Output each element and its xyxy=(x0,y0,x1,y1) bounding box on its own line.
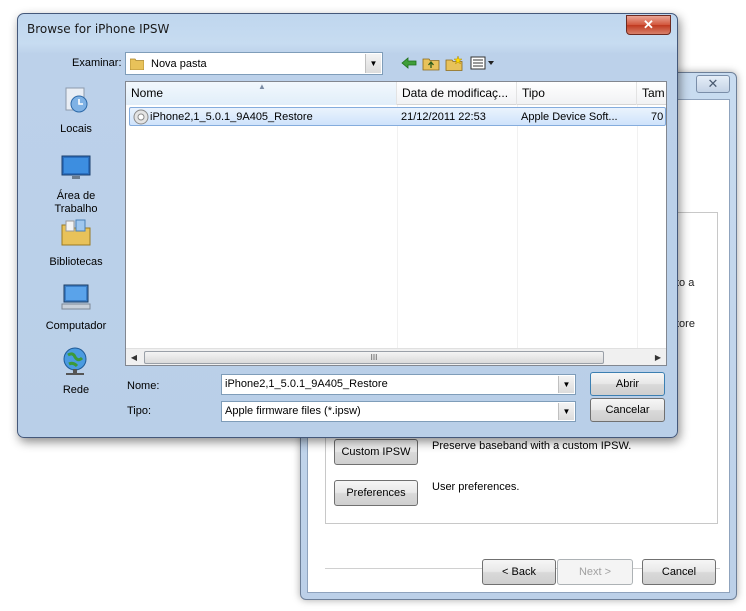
folder-icon xyxy=(130,58,144,70)
scroll-right-icon[interactable]: ▶ xyxy=(651,351,665,364)
place-computer[interactable]: Computador xyxy=(40,281,112,333)
preferences-button[interactable]: Preferences xyxy=(334,480,418,506)
custom-ipsw-description: Preserve baseband with a custom IPSW. xyxy=(432,440,632,452)
look-in-value: Nova pasta xyxy=(151,58,207,70)
column-header-date[interactable]: Data de modificaç... xyxy=(397,82,517,105)
desktop-icon xyxy=(61,155,91,179)
file-list-header: Nome ▲ Data de modificaç... Tipo Tam xyxy=(126,82,666,105)
scrollbar-thumb[interactable]: III xyxy=(144,351,604,364)
place-recent[interactable]: Locais xyxy=(40,84,112,136)
custom-ipsw-button[interactable]: Custom IPSW xyxy=(334,439,418,465)
view-menu-icon[interactable] xyxy=(469,56,497,72)
wizard-text-fragment-1: to a xyxy=(676,277,695,289)
wizard-text-fragment-2: tore xyxy=(676,318,695,330)
file-size-cell: 70 xyxy=(651,111,664,123)
place-label-computer: Computador xyxy=(45,320,107,332)
cancel-button[interactable]: Cancelar xyxy=(590,398,665,422)
up-folder-icon[interactable] xyxy=(422,56,440,72)
file-name-input[interactable]: iPhone2,1_5.0.1_9A405_Restore ▼ xyxy=(221,374,576,395)
file-type-cell: Apple Device Soft... xyxy=(521,111,618,123)
libraries-icon xyxy=(61,219,91,246)
file-type-value: Apple firmware files (*.ipsw) xyxy=(225,405,361,417)
open-button[interactable]: Abrir xyxy=(590,372,665,396)
preferences-description: User preferences. xyxy=(432,481,520,493)
dialog-close-button[interactable]: ✕ xyxy=(626,15,671,35)
column-header-size[interactable]: Tam xyxy=(637,82,666,105)
next-button[interactable]: Next > xyxy=(557,559,633,585)
file-name-value: iPhone2,1_5.0.1_9A405_Restore xyxy=(225,378,388,390)
column-divider xyxy=(637,105,638,348)
file-row-selected[interactable]: iPhone2,1_5.0.1_9A405_Restore 21/12/2011… xyxy=(129,107,666,126)
column-divider xyxy=(517,105,518,348)
place-label-desktop: Área de Trabalho xyxy=(54,190,98,215)
wizard-close-button[interactable]: ✕ xyxy=(696,75,730,93)
horizontal-scrollbar[interactable]: ◀ III ▶ xyxy=(126,348,666,365)
chevron-down-icon[interactable]: ▼ xyxy=(365,54,381,73)
sort-ascending-icon: ▲ xyxy=(258,82,266,91)
back-button[interactable]: < Back xyxy=(482,559,556,585)
computer-icon xyxy=(61,284,91,310)
file-type-label: Tipo: xyxy=(127,405,152,417)
file-list[interactable]: Nome ▲ Data de modificaç... Tipo Tam iPh… xyxy=(125,81,667,366)
wizard-cancel-button[interactable]: Cancel xyxy=(642,559,716,585)
ipsw-file-icon xyxy=(133,109,149,125)
scroll-left-icon[interactable]: ◀ xyxy=(127,351,141,364)
file-name-label: Nome: xyxy=(127,380,160,392)
dialog-title: Browse for iPhone IPSW xyxy=(27,22,170,36)
look-in-label: Examinar: xyxy=(72,57,122,69)
chevron-down-icon[interactable]: ▼ xyxy=(558,376,574,393)
place-libraries[interactable]: Bibliotecas xyxy=(40,217,112,269)
file-name-cell: iPhone2,1_5.0.1_9A405_Restore xyxy=(150,111,313,123)
place-network[interactable]: Rede xyxy=(40,345,112,397)
file-type-select[interactable]: Apple firmware files (*.ipsw) ▼ xyxy=(221,401,576,422)
chevron-down-icon[interactable]: ▼ xyxy=(558,403,574,420)
column-divider xyxy=(397,105,398,348)
back-arrow-icon[interactable] xyxy=(400,56,418,72)
browse-dialog: Browse for iPhone IPSW ✕ Examinar: Nova … xyxy=(17,13,678,438)
place-label-libraries: Bibliotecas xyxy=(49,256,103,268)
place-label-network: Rede xyxy=(62,384,90,396)
place-label-recent: Locais xyxy=(60,123,92,135)
place-desktop[interactable]: Área de Trabalho xyxy=(40,151,112,216)
network-icon xyxy=(63,347,87,375)
file-date-cell: 21/12/2011 22:53 xyxy=(401,111,486,123)
column-header-name[interactable]: Nome ▲ xyxy=(126,82,397,105)
column-header-type[interactable]: Tipo xyxy=(517,82,637,105)
new-folder-icon[interactable] xyxy=(445,55,463,72)
look-in-dropdown[interactable]: Nova pasta ▼ xyxy=(125,52,383,75)
recent-places-icon xyxy=(65,87,88,113)
